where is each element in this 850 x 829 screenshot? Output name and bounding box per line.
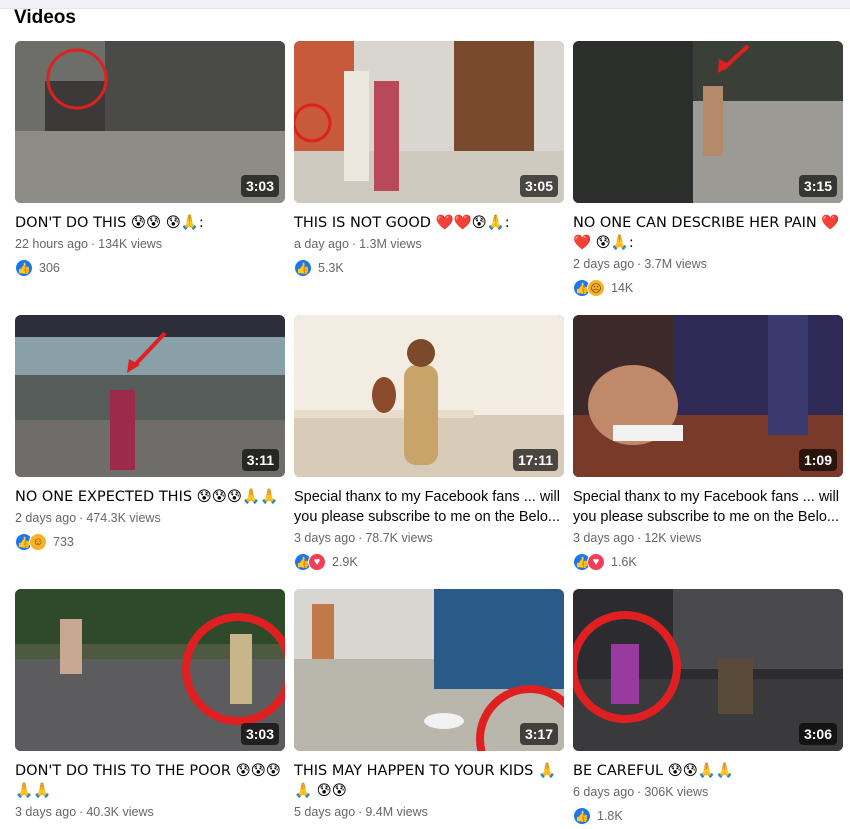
- video-age: 6 days ago: [573, 785, 635, 799]
- video-duration: 1:09: [798, 449, 837, 471]
- video-duration: 3:06: [798, 723, 837, 745]
- video-reactions[interactable]: 👍 1.8K: [573, 806, 843, 826]
- reaction-count: 2.9K: [332, 555, 358, 569]
- video-meta: 22 hours ago · 134K views: [15, 237, 163, 251]
- video-views: 78.7K views: [365, 531, 433, 545]
- video-age: 3 days ago: [294, 531, 356, 545]
- video-duration: 3:05: [519, 175, 558, 197]
- video-title[interactable]: Special thanx to my Facebook fans ... wi…: [573, 487, 843, 527]
- video-duration: 3:15: [798, 175, 837, 197]
- video-card[interactable]: 3:11 NO ONE EXPECTED THIS 😰😰😰🙏🙏 2 days a…: [15, 315, 285, 552]
- video-views: 40.3K views: [86, 805, 154, 819]
- like-icon: 👍: [15, 259, 33, 277]
- video-title[interactable]: DON'T DO THIS TO THE POOR 😰😰😰 🙏🙏: [15, 761, 285, 801]
- video-age: 2 days ago: [573, 257, 635, 271]
- video-title[interactable]: BE CAREFUL 😰😰🙏🙏: [573, 761, 843, 781]
- video-duration: 3:03: [240, 723, 279, 745]
- video-meta: 3 days ago · 78.7K views: [294, 531, 433, 545]
- video-age: 3 days ago: [573, 531, 635, 545]
- video-card[interactable]: 1:09 Special thanx to my Facebook fans .…: [573, 315, 843, 572]
- reaction-count: 14K: [611, 281, 634, 295]
- video-thumbnail[interactable]: 3:17: [294, 589, 564, 751]
- video-views: 474.3K views: [86, 511, 161, 525]
- like-icon: 👍: [573, 807, 591, 825]
- video-reactions[interactable]: 👍 ☹ 14K: [573, 278, 843, 298]
- video-thumbnail[interactable]: 3:15: [573, 41, 843, 203]
- video-title[interactable]: Special thanx to my Facebook fans ... wi…: [294, 487, 564, 527]
- video-title[interactable]: THIS MAY HAPPEN TO YOUR KIDS 🙏🙏 😰😰: [294, 761, 564, 801]
- video-thumbnail[interactable]: 3:03: [15, 41, 285, 203]
- video-views: 134K views: [98, 237, 163, 251]
- video-card[interactable]: 17:11 Special thanx to my Facebook fans …: [294, 315, 564, 572]
- video-meta: a day ago · 1.3M views: [294, 237, 422, 251]
- video-age: a day ago: [294, 237, 349, 251]
- video-duration: 3:03: [240, 175, 279, 197]
- love-icon: ♥: [587, 553, 605, 571]
- video-card[interactable]: 3:03 DON'T DO THIS TO THE POOR 😰😰😰 🙏🙏 3 …: [15, 589, 285, 820]
- video-title[interactable]: THIS IS NOT GOOD ❤️❤️😰🙏:: [294, 213, 564, 233]
- reaction-count: 5.3K: [318, 261, 344, 275]
- reaction-count: 733: [53, 535, 74, 549]
- video-duration: 3:17: [519, 723, 558, 745]
- reaction-count: 1.8K: [597, 809, 623, 823]
- love-icon: ♥: [308, 553, 326, 571]
- video-reactions[interactable]: 👍 5.3K: [294, 258, 564, 278]
- video-meta: 5 days ago · 9.4M views: [294, 805, 428, 819]
- video-thumbnail[interactable]: 3:03: [15, 589, 285, 751]
- video-title[interactable]: NO ONE EXPECTED THIS 😰😰😰🙏🙏: [15, 487, 285, 507]
- section-title: Videos: [14, 7, 76, 28]
- reaction-count: 1.6K: [611, 555, 637, 569]
- video-thumbnail[interactable]: 3:11: [15, 315, 285, 477]
- video-card[interactable]: 3:05 THIS IS NOT GOOD ❤️❤️😰🙏: a day ago ·…: [294, 41, 564, 278]
- video-meta: 2 days ago · 474.3K views: [15, 511, 161, 525]
- video-meta: 3 days ago · 12K views: [573, 531, 702, 545]
- video-card[interactable]: 3:06 BE CAREFUL 😰😰🙏🙏 6 days ago · 306K vie…: [573, 589, 843, 826]
- video-card[interactable]: 3:15 NO ONE CAN DESCRIBE HER PAIN ❤️❤️ 😰…: [573, 41, 843, 298]
- video-views: 1.3M views: [359, 237, 422, 251]
- reaction-count: 306: [39, 261, 60, 275]
- video-thumbnail[interactable]: 17:11: [294, 315, 564, 477]
- video-reactions[interactable]: 👍 ♥ 2.9K: [294, 552, 564, 572]
- video-views: 306K views: [644, 785, 709, 799]
- sad-icon: ☹: [587, 279, 605, 297]
- video-title[interactable]: NO ONE CAN DESCRIBE HER PAIN ❤️❤️ 😰🙏:: [573, 213, 843, 253]
- video-thumbnail[interactable]: 3:05: [294, 41, 564, 203]
- video-card[interactable]: 3:03 DON'T DO THIS 😰😰 😰🙏: 22 hours ago · 1…: [15, 41, 285, 278]
- video-reactions[interactable]: 👍 ☺ 733: [15, 532, 285, 552]
- video-thumbnail[interactable]: 3:06: [573, 589, 843, 751]
- video-reactions[interactable]: 👍 ♥ 1.6K: [573, 552, 843, 572]
- video-age: 2 days ago: [15, 511, 77, 525]
- video-age: 3 days ago: [15, 805, 77, 819]
- haha-icon: ☺: [29, 533, 47, 551]
- video-age: 22 hours ago: [15, 237, 88, 251]
- video-duration: 3:11: [241, 449, 279, 471]
- video-reactions[interactable]: 👍 306: [15, 258, 285, 278]
- video-title[interactable]: DON'T DO THIS 😰😰 😰🙏:: [15, 213, 285, 233]
- like-icon: 👍: [294, 259, 312, 277]
- video-card[interactable]: 3:17 THIS MAY HAPPEN TO YOUR KIDS 🙏🙏 😰😰 …: [294, 589, 564, 820]
- video-meta: 2 days ago · 3.7M views: [573, 257, 707, 271]
- video-duration: 17:11: [512, 449, 558, 471]
- video-age: 5 days ago: [294, 805, 356, 819]
- video-views: 3.7M views: [644, 257, 707, 271]
- top-divider: [0, 0, 850, 9]
- video-views: 12K views: [644, 531, 702, 545]
- video-thumbnail[interactable]: 1:09: [573, 315, 843, 477]
- video-views: 9.4M views: [365, 805, 428, 819]
- video-meta: 3 days ago · 40.3K views: [15, 805, 154, 819]
- video-meta: 6 days ago · 306K views: [573, 785, 709, 799]
